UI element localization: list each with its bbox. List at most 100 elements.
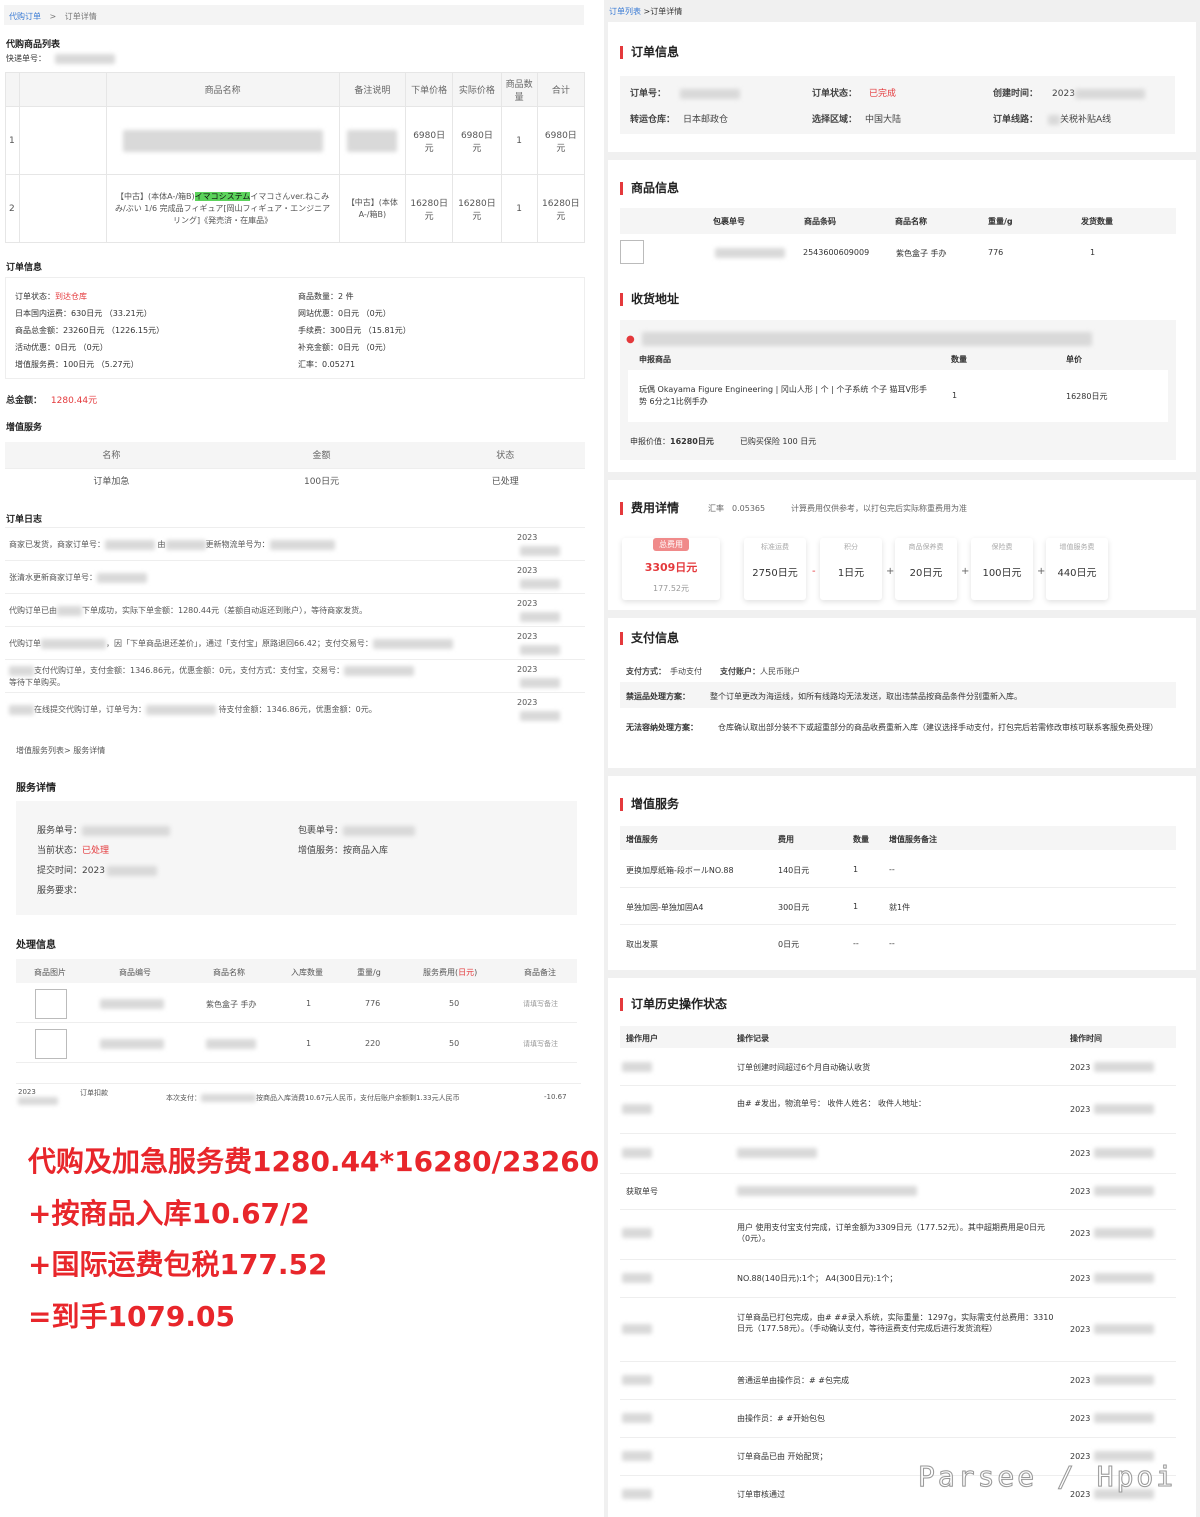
goods-th-name: 商品名称 [105, 72, 340, 107]
service-detail-pane: 增值服务列表> 服务详情 服务详情 服务单号： 包裹单号： 当前状态：已处理 增… [0, 735, 590, 1115]
process-table-header: 商品图片 商品编号 商品名称 入库数量 重量/g 服务费用(日元) 商品备注 [16, 959, 577, 983]
history-section-title: 订单历史操作状态 [620, 998, 727, 1011]
table-row: 由操作员：# #开始包包 2023 [620, 1400, 1176, 1438]
log-row: 商家已发货，商家订单号： 由更新物流单号为： 2023 [5, 527, 585, 560]
tracking-value-redacted [54, 53, 115, 64]
quantity: 1 [500, 106, 538, 175]
breadcrumb-link-orders[interactable]: 代购订单 [9, 12, 41, 21]
table-row: 取出发票 0日元 -- -- [626, 939, 895, 949]
table-row: 1 220 50 请填写备注 [16, 1023, 577, 1063]
left-order-pane: 代购订单 > 订单详情 代购商品列表 快递单号： 商品名称 备注说明 下单价格 … [0, 0, 590, 725]
fee-item: 积分 1日元 [820, 538, 882, 600]
log-time: 2023 [517, 533, 538, 542]
contraband-plan: 禁运品处理方案： 整个订单更改为海运线，如所有线路均无法发送，取出违禁品按商品条… [620, 682, 1176, 708]
breadcrumb-current: 订单详情 [64, 12, 97, 21]
goods-th-total: 合计 [536, 72, 586, 107]
location-pin-icon: ● [626, 334, 635, 345]
calc-line-4: =到手1079.05 [28, 1300, 235, 1333]
goods-th-idx [4, 72, 21, 107]
history-list: 订单创建时间超过6个月自动确认收货 2023 由# #发出，物流单号： 收件人姓… [620, 1050, 1176, 1514]
total-fee-badge: 总费用 [653, 538, 689, 551]
table-row: 普通运单由操作员：# #包完成 2023 [620, 1362, 1176, 1400]
quantity: 1 [500, 174, 538, 243]
vas-th-status: 状态 [425, 442, 585, 469]
total-value: 1280.44元 [50, 396, 98, 406]
vas-table: 名称 金额 状态 订单加急 100日元 已处理 [5, 442, 585, 492]
goods-table-header: 包裹单号 商品条码 商品名称 重量/g 发货数量 [620, 208, 1176, 234]
service-breadcrumb[interactable]: 增值服务列表> 服务详情 [16, 745, 105, 756]
goods-section-title: 商品信息 [620, 182, 679, 195]
service-title: 服务详情 [16, 783, 56, 794]
product-name-redacted[interactable] [105, 106, 340, 175]
service-status-value: 已处理 [82, 846, 110, 856]
order-info-left: 订单状态：到达仓库 日本国内运费：630日元 （33.21元） 商品总金额：23… [15, 292, 165, 369]
order-info-section-title: 订单信息 [620, 46, 679, 59]
goods-th-qty: 商品数量 [500, 72, 538, 107]
row-total: 16280日元 [536, 174, 586, 243]
payment-section-title: 支付信息 [620, 632, 679, 645]
vas-section-title: 增值服务 [620, 798, 679, 811]
table-row: 订单加急 100日元 已处理 [93, 476, 519, 487]
log-row: 在线提交代购订单，订单号为： 待支付金额：1346.86元，优惠金额：0元。 2… [5, 692, 585, 725]
fee-item: 增值服务费 440日元 [1046, 538, 1108, 600]
order-info-box: 订单状态：到达仓库 日本国内运费：630日元 （33.21元） 商品总金额：23… [5, 277, 585, 379]
goods-th-order-price: 下单价格 [405, 72, 454, 107]
right-order-pane: 订单列表 >订单详情 订单信息 订单号： 订单状态： 已完成 创建时间： 2023 … [604, 0, 1200, 1517]
fee-item: 商品保养费 20日元 [895, 538, 957, 600]
log-row: 支付代购订单，支付金额：1346.86元，优惠金额：0元，支付方式：支付宝，交易… [5, 659, 585, 692]
product-note: 【中古】(本体A-/箱B) [338, 174, 407, 243]
broken-image-icon [620, 240, 644, 264]
broken-image-icon [35, 989, 67, 1019]
table-row: 2023 [620, 1134, 1176, 1174]
calc-line-1: 代购及加急服务费1280.44*16280/23260 [28, 1145, 600, 1178]
table-row: 2 【中古】(本体A-/箱B)イマコシステムイマコさんver.ねこみみ/ぶい 1… [4, 174, 586, 243]
product-name[interactable]: 【中古】(本体A-/箱B)イマコシステムイマコさんver.ねこみみ/ぶい 1/6… [105, 174, 340, 243]
table-row: 由# #发出，物流单号： 收件人姓名： 收件人地址： 2023 [620, 1086, 1176, 1134]
right-breadcrumb: 订单列表 >订单详情 [609, 7, 683, 16]
goods-th-note: 备注说明 [338, 72, 407, 107]
table-row: 订单创建时间超过6个月自动确认收货 2023 [620, 1050, 1176, 1086]
goods-list-title: 代购商品列表 [6, 40, 61, 50]
vas-th-name: 名称 [5, 442, 218, 469]
calc-line-3: +国际运费包税177.52 [28, 1248, 328, 1281]
address-section-title: 收货地址 [620, 293, 679, 306]
total-amount: 总金额： 1280.44元 [6, 393, 97, 406]
declare-row: 玩偶 Okayama Figure Engineering | 冈山人形 | 个… [628, 370, 1168, 422]
product-name-prefix: 【中古】(本体A-/箱B) [116, 191, 195, 201]
table-row: 更换加厚纸箱-段ボールNO.88 140日元 1 -- [620, 852, 1176, 888]
breadcrumb: 代购订单 > 订单详情 [4, 5, 584, 25]
unfit-plan: 无法容纳处理方案： 仓库确认取出部分装不下或超重部分的商品收费重新入库（建议选择… [626, 723, 1158, 732]
service-type-value: 按商品入库 [343, 846, 389, 856]
process-table: 商品图片 商品编号 商品名称 入库数量 重量/g 服务费用(日元) 商品备注 紫… [16, 959, 577, 1063]
remark-input[interactable]: 请填写备注 [523, 999, 558, 1009]
product-image[interactable] [19, 174, 107, 243]
table-row: 单独加固-单独加固A4 300日元 1 就1件 [620, 889, 1176, 925]
payment-amount: -10.67 [544, 1093, 567, 1101]
log-row: 代购订单 ，因「下单商品退还差价」，通过「支付宝」原路退回66.42；支付交易号：… [5, 626, 585, 659]
vas-th-amount: 金额 [217, 442, 426, 469]
declare-value: 16280日元 [670, 437, 714, 446]
remark-input[interactable]: 请填写备注 [523, 1039, 558, 1049]
row-index: 1 [4, 106, 21, 175]
order-info-right: 商品数量：2 件 网站优惠：0日元 （0元） 手续费：300日元 （15.81元… [298, 292, 411, 369]
total-fee-box: 总费用 3309日元 177.52元 [622, 538, 720, 600]
payment-record-row: 2023 订单扣款 本次支付： 按商品入库消费10.67元人民币，支付后账户余额剩… [16, 1083, 581, 1109]
table-row: 紫色盒子 手办 1 776 50 请填写备注 [16, 983, 577, 1023]
tracking-number: 快递单号： [6, 53, 115, 64]
table-row: 2543600609009 紫色盒子 手办 776 1 [620, 238, 1176, 268]
actual-price: 6980日元 [452, 106, 502, 175]
vas-card: 增值服务 增值服务 费用 数量 增值服务备注 更换加厚纸箱-段ボールNO.88 … [608, 776, 1196, 970]
order-price: 6980日元 [405, 106, 454, 175]
fee-item: 保险费 100日元 [971, 538, 1033, 600]
order-info-grid: 订单号： 订单状态： 已完成 创建时间： 2023 转运仓库： 日本邮政仓 选择区域：… [620, 76, 1175, 134]
breadcrumb-link-order-list[interactable]: 订单列表 [609, 7, 641, 16]
product-image[interactable] [19, 106, 107, 175]
log-row: 张清水更新商家订单号： 2023 [5, 560, 585, 593]
order-info-title: 订单信息 [6, 263, 43, 273]
table-row: 订单商品已打包完成，由# ##录入系统，实际重量：1297g，实际需支付总费用：… [620, 1298, 1176, 1362]
calc-line-2: +按商品入库10.67/2 [28, 1197, 310, 1230]
history-card: 订单历史操作状态 操作用户 操作记录 操作时间 订单创建时间超过6个月自动确认收… [608, 978, 1196, 1517]
breadcrumb-separator: > [49, 12, 57, 21]
log-title: 订单日志 [6, 515, 43, 525]
goods-th-image [19, 72, 107, 107]
